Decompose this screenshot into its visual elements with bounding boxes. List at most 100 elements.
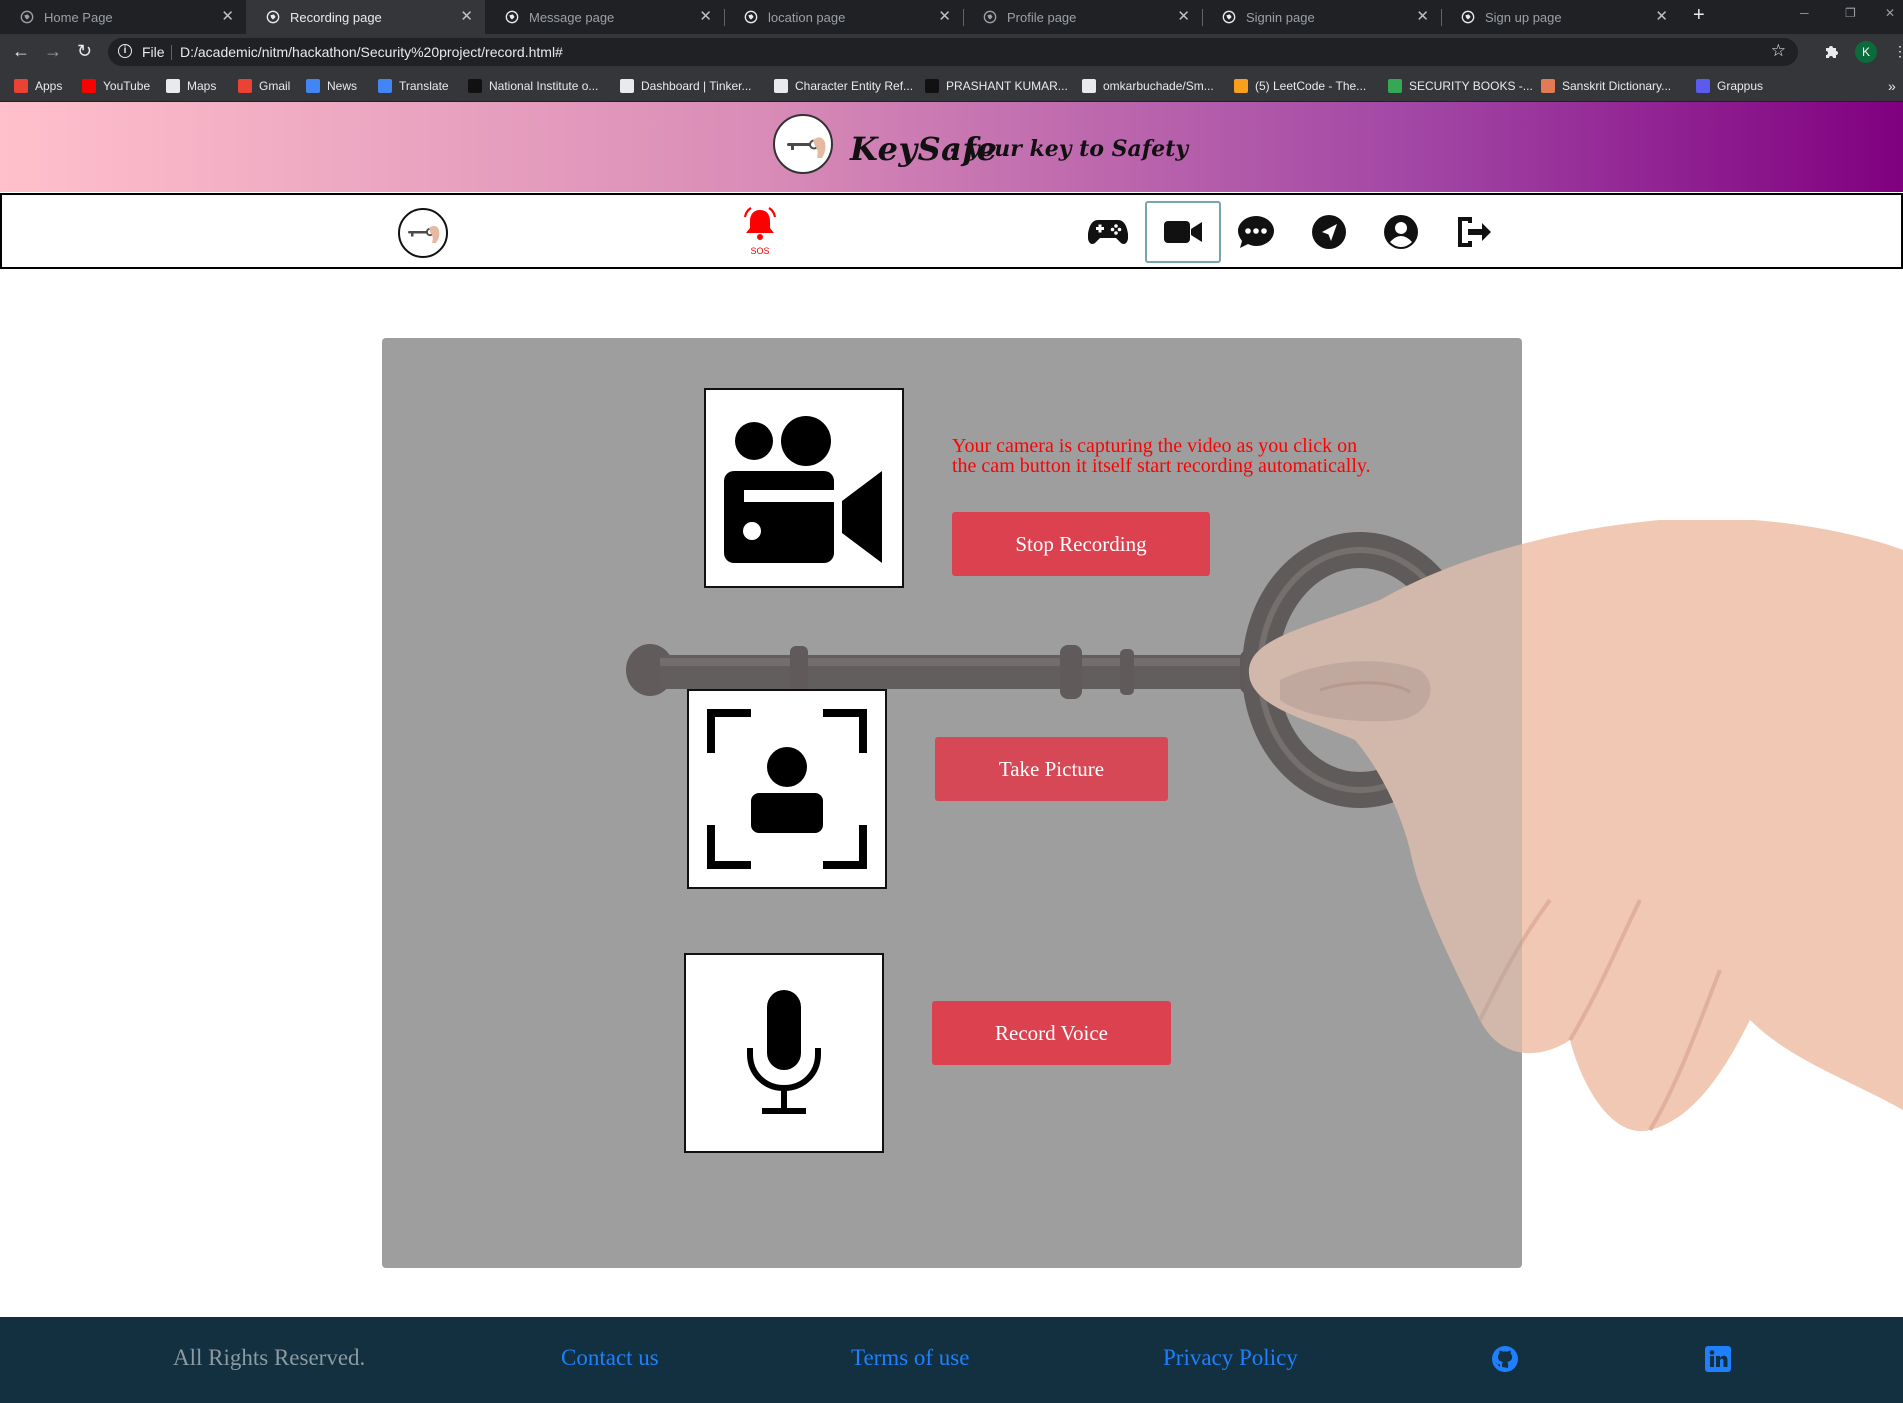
bookmark-label: Translate — [399, 79, 449, 93]
bookmark-item[interactable]: National Institute o... — [468, 78, 598, 94]
bookmark-item[interactable]: omkarbuchade/Sm... — [1082, 78, 1214, 94]
tab-signin-page[interactable]: Signin page ✕ — [1202, 0, 1442, 34]
terms-link[interactable]: Terms of use — [851, 1345, 969, 1371]
close-tab-icon[interactable]: ✕ — [699, 7, 712, 25]
drive-icon — [1388, 79, 1402, 93]
gmail-icon — [238, 79, 252, 93]
gamepad-icon — [1088, 220, 1128, 244]
bookmarks-overflow-icon[interactable]: » — [1888, 78, 1896, 94]
bookmark-label: Grappus — [1717, 79, 1764, 93]
sos-button[interactable]: SOS — [740, 207, 780, 259]
nav-location[interactable] — [1308, 211, 1350, 253]
tab-location-page[interactable]: location page ✕ — [724, 0, 964, 34]
bookmark-item[interactable]: News — [306, 78, 357, 94]
contact-link[interactable]: Contact us — [561, 1345, 659, 1371]
globe-icon — [505, 10, 519, 24]
bookmark-item[interactable]: Dashboard | Tinker... — [620, 78, 752, 94]
video-camera-icon — [1164, 221, 1202, 243]
bookmark-item[interactable]: YouTube — [82, 78, 150, 94]
bookmark-label: SECURITY BOOKS -... — [1409, 79, 1533, 93]
address-divider — [171, 45, 172, 60]
chat-dots-icon — [1238, 216, 1274, 248]
reload-icon[interactable]: ↻ — [77, 42, 92, 60]
close-tab-icon[interactable]: ✕ — [1416, 7, 1429, 25]
browser-tab-strip: Home Page ✕ Recording page ✕ Message pag… — [0, 0, 1903, 34]
globe-icon — [744, 10, 758, 24]
extensions-puzzle-icon[interactable] — [1823, 43, 1839, 59]
stop-recording-button[interactable]: Stop Recording — [952, 512, 1210, 576]
take-picture-button[interactable]: Take Picture — [935, 737, 1168, 801]
bookmark-item[interactable]: Gmail — [238, 78, 290, 94]
brand-tagline: - your key to Safety — [950, 136, 1189, 162]
globe-icon — [1222, 10, 1236, 24]
close-tab-icon[interactable]: ✕ — [1655, 7, 1668, 25]
address-bar[interactable]: i File D:/academic/nitm/hackathon/Securi… — [108, 38, 1798, 66]
bookmark-label: Dashboard | Tinker... — [641, 79, 752, 93]
key-in-hand-image — [626, 520, 1903, 1132]
globe-icon — [774, 79, 788, 93]
globe-icon — [20, 10, 34, 24]
url-text[interactable]: D:/academic/nitm/hackathon/Security%20pr… — [180, 44, 563, 60]
nav-logout[interactable] — [1452, 211, 1494, 253]
grappus-icon — [1696, 79, 1710, 93]
close-window-icon[interactable]: ✕ — [1885, 6, 1895, 20]
close-tab-icon[interactable]: ✕ — [1177, 7, 1190, 25]
close-tab-icon[interactable]: ✕ — [460, 7, 473, 25]
nav-recording[interactable] — [1145, 201, 1221, 263]
github-icon[interactable] — [1491, 1345, 1519, 1373]
globe-icon — [166, 79, 180, 93]
bookmark-star-icon[interactable]: ☆ — [1771, 41, 1786, 61]
browser-toolbar: ← → ↻ i File D:/academic/nitm/hackathon/… — [0, 34, 1903, 70]
tab-profile-page[interactable]: Profile page ✕ — [963, 0, 1203, 34]
logout-icon — [1458, 217, 1491, 247]
tab-recording-page[interactable]: Recording page ✕ — [246, 0, 485, 34]
bookmark-item[interactable]: (5) LeetCode - The... — [1234, 78, 1366, 94]
bookmark-item[interactable]: PRASHANT KUMAR... — [925, 78, 1068, 94]
close-tab-icon[interactable]: ✕ — [221, 7, 234, 25]
bookmark-item[interactable]: Apps — [14, 78, 62, 94]
nav-profile[interactable] — [1380, 211, 1422, 253]
globe-icon — [1461, 10, 1475, 24]
camera-status-message: Your camera is capturing the video as yo… — [952, 435, 1371, 477]
nav-key-logo[interactable] — [398, 208, 448, 258]
face-scan-icon — [707, 709, 867, 869]
linkedin-icon[interactable] — [1704, 1345, 1732, 1373]
globe-icon — [620, 79, 634, 93]
tab-message-page[interactable]: Message page ✕ — [485, 0, 725, 34]
profile-avatar[interactable]: K — [1855, 41, 1877, 63]
restore-icon[interactable]: ❐ — [1845, 6, 1856, 20]
bookmark-label: Maps — [187, 79, 217, 93]
new-tab-plus-icon[interactable]: + — [1693, 4, 1705, 27]
video-recorder-tile[interactable] — [704, 388, 904, 588]
bookmark-label: Sanskrit Dictionary... — [1562, 79, 1672, 93]
bookmark-item[interactable]: Grappus — [1696, 78, 1763, 94]
record-voice-tile[interactable] — [684, 953, 884, 1153]
browser-menu-icon[interactable]: ⋮ — [1893, 43, 1903, 60]
info-icon[interactable]: i — [118, 44, 132, 58]
bookmark-item[interactable]: Sanskrit Dictionary... — [1541, 78, 1671, 94]
tab-signup-page[interactable]: Sign up page ✕ — [1441, 0, 1680, 34]
bookmark-label: omkarbuchade/Sm... — [1103, 79, 1214, 93]
bookmark-label: National Institute o... — [489, 79, 599, 93]
take-picture-tile[interactable] — [687, 689, 887, 889]
close-tab-icon[interactable]: ✕ — [938, 7, 951, 25]
bookmark-item[interactable]: SECURITY BOOKS -... — [1388, 78, 1533, 94]
privacy-link[interactable]: Privacy Policy — [1163, 1345, 1298, 1371]
bookmark-item[interactable]: Translate — [378, 78, 449, 94]
back-arrow-icon[interactable]: ← — [12, 42, 30, 60]
bookmark-item[interactable]: Maps — [166, 78, 216, 94]
bookmarks-bar: Apps YouTube Maps Gmail News Translate Nationa… — [0, 70, 1903, 102]
minimize-icon[interactable]: ─ — [1800, 6, 1809, 20]
forward-arrow-icon[interactable]: → — [44, 42, 62, 60]
nav-games[interactable] — [1087, 211, 1129, 253]
nav-messages[interactable] — [1235, 211, 1277, 253]
tab-label: Profile page — [1007, 9, 1077, 25]
main-nav: SOS — [0, 193, 1903, 269]
record-voice-button[interactable]: Record Voice — [932, 1001, 1171, 1065]
tab-home-page[interactable]: Home Page ✕ — [0, 0, 247, 34]
leetcode-icon — [1234, 79, 1248, 93]
sos-label: SOS — [750, 246, 770, 256]
bookmark-label: YouTube — [103, 79, 151, 93]
location-arrow-icon — [1312, 215, 1346, 249]
bookmark-item[interactable]: Character Entity Ref... — [774, 78, 913, 94]
